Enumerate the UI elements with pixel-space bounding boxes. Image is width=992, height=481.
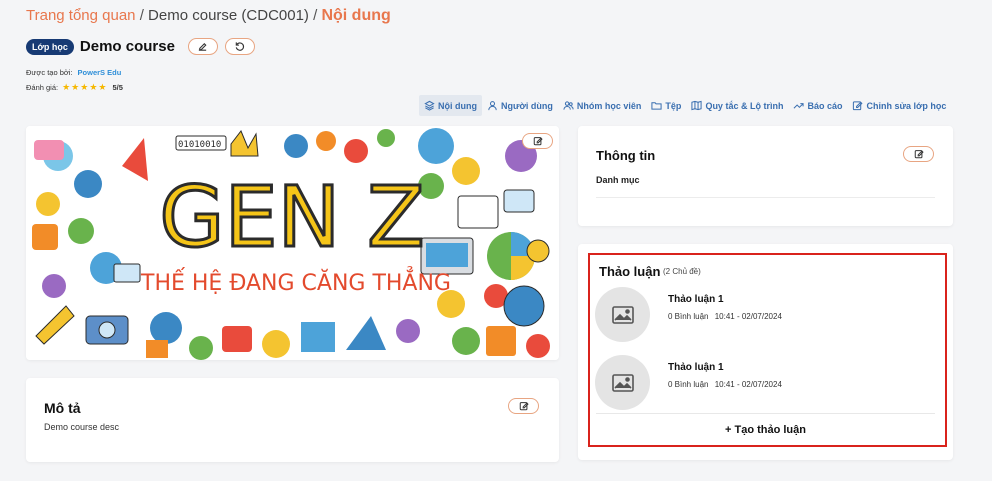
tab-label: Nội dung — [438, 100, 477, 111]
cover-title: GEN Z — [159, 168, 424, 266]
tab-edit-class[interactable]: Chỉnh sửa lớp học — [847, 95, 951, 116]
breadcrumb-separator: / — [139, 7, 144, 24]
info-heading: Thông tin — [596, 148, 656, 163]
category-label: Danh mục — [596, 175, 640, 185]
refresh-button[interactable] — [224, 38, 255, 55]
svg-text:01010010: 01010010 — [178, 140, 221, 150]
tab-label: Nhóm học viên — [576, 100, 642, 111]
breadcrumb-course-link[interactable]: Demo course (CDC001) — [148, 7, 309, 24]
tab-label: Quy tắc & Lộ trình — [705, 100, 784, 111]
user-icon — [488, 101, 497, 111]
rating-score: 5/5 — [112, 83, 123, 92]
tab-label: Báo cáo — [807, 100, 843, 111]
edit-icon — [519, 402, 529, 411]
tab-content[interactable]: Nội dung — [419, 95, 482, 116]
edit-icon — [199, 42, 207, 51]
created-by-label: Được tạo bởi: — [26, 68, 73, 77]
tab-users[interactable]: Người dùng — [482, 95, 558, 116]
edit-icon — [853, 101, 863, 111]
highlight-frame — [588, 253, 947, 447]
edit-cover-button[interactable] — [522, 133, 553, 149]
tab-label: Tệp — [665, 100, 682, 111]
breadcrumb-home-link[interactable]: Trang tổng quan — [26, 7, 136, 24]
breadcrumb-current: Nội dung — [321, 7, 391, 24]
rating-label: Đánh giá: — [26, 83, 59, 92]
course-cover-card: 01010010 GEN Z THẾ HỆ ĐANG CĂNG THẲNG — [26, 126, 559, 360]
tab-rules[interactable]: Quy tắc & Lộ trình — [686, 95, 788, 116]
edit-icon — [533, 137, 543, 146]
creator-link[interactable]: PowerS Edu — [78, 68, 122, 77]
edit-title-button[interactable] — [187, 38, 218, 55]
edit-info-button[interactable] — [903, 146, 934, 162]
tab-label: Người dùng — [501, 100, 553, 111]
breadcrumb-separator: / — [313, 7, 318, 24]
description-heading: Mô tả — [44, 400, 81, 416]
edit-description-button[interactable] — [508, 398, 539, 414]
course-title: Demo course — [79, 38, 175, 55]
divider — [596, 197, 935, 198]
cover-subtitle: THẾ HỆ ĐANG CĂNG THẲNG — [140, 267, 451, 296]
course-title-row: Lớp học Demo course — [26, 38, 262, 55]
tab-files[interactable]: Tệp — [646, 95, 686, 116]
created-by: Được tạo bởi: PowerS Edu — [26, 68, 121, 77]
refresh-icon — [236, 42, 245, 51]
description-card: Mô tả Demo course desc — [26, 378, 559, 462]
map-icon — [691, 100, 703, 111]
description-text: Demo course desc — [44, 422, 120, 432]
users-icon — [563, 101, 574, 110]
tab-groups[interactable]: Nhóm học viên — [558, 95, 647, 116]
class-badge: Lớp học — [26, 38, 74, 55]
rating: Đánh giá: ★★★★★ 5/5 — [26, 82, 123, 93]
tab-label: Chỉnh sửa lớp học — [866, 100, 947, 111]
tab-reports[interactable]: Báo cáo — [788, 95, 847, 116]
breadcrumb: Trang tổng quan / Demo course (CDC001) /… — [26, 7, 391, 25]
trend-icon — [794, 103, 805, 109]
folder-icon — [651, 102, 663, 110]
edit-icon — [914, 150, 924, 159]
course-tabs: Nội dung Người dùng Nhóm học viên Tệp Qu… — [419, 95, 951, 116]
star-rating-icon: ★★★★★ — [62, 82, 108, 92]
info-card: Thông tin Danh mục — [578, 126, 953, 226]
layers-icon — [424, 100, 435, 111]
course-cover-image: 01010010 GEN Z THẾ HỆ ĐANG CĂNG THẲNG — [26, 126, 559, 360]
